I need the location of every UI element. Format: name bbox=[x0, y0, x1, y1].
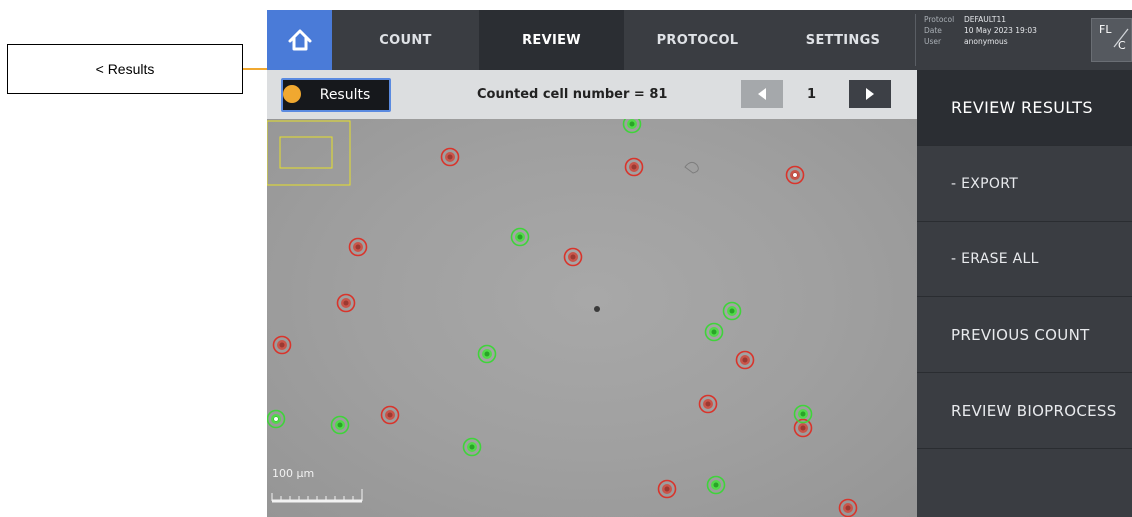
previous-count-label: PREVIOUS COUNT bbox=[951, 325, 1090, 344]
next-page-button[interactable] bbox=[849, 80, 891, 108]
live-cell-marker[interactable] bbox=[622, 119, 642, 134]
counted-cell-marker[interactable] bbox=[348, 237, 368, 257]
counted-cell-number: Counted cell number = 81 bbox=[477, 87, 668, 102]
callout-marker-dot bbox=[283, 85, 301, 103]
live-cell-marker[interactable] bbox=[706, 475, 726, 495]
counted-cell-marker[interactable] bbox=[440, 147, 460, 167]
triangle-right-icon bbox=[866, 88, 874, 100]
previous-count-button[interactable]: PREVIOUS COUNT bbox=[917, 297, 1132, 373]
tab-protocol-label: PROTOCOL bbox=[656, 32, 739, 48]
app-window: COUNT REVIEW PROTOCOL SETTINGS Protocol D… bbox=[267, 10, 1132, 517]
cell-overlay bbox=[267, 119, 858, 517]
date-value: 10 May 2023 19:03 bbox=[964, 26, 1037, 35]
counted-cell-marker[interactable] bbox=[272, 335, 292, 355]
session-info: Protocol DEFAULT11 Date 10 May 2023 19:03 … bbox=[915, 14, 1085, 66]
previous-page-button[interactable] bbox=[741, 80, 783, 108]
counted-cell-marker[interactable] bbox=[380, 405, 400, 425]
live-cell-marker[interactable] bbox=[477, 344, 497, 364]
erase-all-label: - ERASE ALL bbox=[951, 251, 1039, 267]
debris-spot bbox=[594, 306, 600, 312]
live-cell-marker[interactable] bbox=[722, 301, 742, 321]
callout-label: < Results bbox=[7, 44, 243, 94]
counted-cell-marker[interactable] bbox=[838, 498, 858, 517]
c-label: C bbox=[1118, 39, 1126, 52]
live-cell-marker[interactable] bbox=[267, 409, 286, 429]
review-results-header[interactable]: REVIEW RESULTS bbox=[917, 70, 1132, 146]
tab-protocol[interactable]: PROTOCOL bbox=[624, 10, 771, 70]
protocol-key: Protocol bbox=[924, 15, 955, 24]
roi-inner-frame bbox=[279, 136, 333, 169]
user-key: User bbox=[924, 37, 942, 46]
erase-all-button[interactable]: - ERASE ALL bbox=[917, 222, 1132, 297]
counted-cell-marker[interactable] bbox=[336, 293, 356, 313]
debris-fragment bbox=[684, 161, 699, 174]
counted-cell-marker[interactable] bbox=[657, 479, 677, 499]
tab-count-label: COUNT bbox=[379, 32, 432, 48]
counted-cell-marker[interactable] bbox=[698, 394, 718, 414]
protocol-value: DEFAULT11 bbox=[964, 15, 1007, 24]
live-cell-marker[interactable] bbox=[330, 415, 350, 435]
counted-cell-marker[interactable] bbox=[785, 165, 805, 185]
live-cell-marker[interactable] bbox=[704, 322, 724, 342]
scale-bar-label: 100 µm bbox=[272, 467, 315, 480]
scale-bar bbox=[271, 489, 363, 503]
user-value: anonymous bbox=[964, 37, 1008, 46]
review-results-label: REVIEW RESULTS bbox=[951, 98, 1093, 117]
tab-count[interactable]: COUNT bbox=[332, 10, 479, 70]
home-button[interactable] bbox=[267, 10, 332, 70]
review-bioprocess-button[interactable]: REVIEW BIOPROCESS bbox=[917, 373, 1132, 449]
counted-cell-marker[interactable] bbox=[563, 247, 583, 267]
callout-text: < Results bbox=[95, 61, 155, 77]
home-icon bbox=[288, 29, 311, 51]
roi-outer-frame bbox=[267, 120, 351, 186]
microscope-image-view[interactable]: 100 µm bbox=[267, 119, 917, 517]
export-button[interactable]: - EXPORT bbox=[917, 146, 1132, 222]
counted-cell-marker[interactable] bbox=[735, 350, 755, 370]
live-cell-marker[interactable] bbox=[462, 437, 482, 457]
triangle-left-icon bbox=[758, 88, 766, 100]
tab-settings[interactable]: SETTINGS bbox=[771, 10, 915, 70]
review-side-panel: REVIEW RESULTS - EXPORT - ERASE ALL PREV… bbox=[917, 70, 1132, 517]
diagonal-divider-icon bbox=[1113, 28, 1129, 48]
tab-review[interactable]: REVIEW bbox=[479, 10, 624, 70]
top-navigation-bar: COUNT REVIEW PROTOCOL SETTINGS Protocol D… bbox=[267, 10, 1132, 70]
export-label: - EXPORT bbox=[951, 175, 1019, 192]
results-toolbar: Results Counted cell number = 81 1 bbox=[267, 70, 917, 119]
counted-cell-marker[interactable] bbox=[624, 157, 644, 177]
tab-review-label: REVIEW bbox=[522, 32, 581, 48]
results-button-label: Results bbox=[319, 87, 371, 103]
tab-settings-label: SETTINGS bbox=[805, 32, 881, 48]
fl-c-mode-toggle[interactable]: FL C bbox=[1091, 18, 1132, 62]
live-cell-marker[interactable] bbox=[510, 227, 530, 247]
page-number: 1 bbox=[807, 86, 817, 102]
review-bioprocess-label: REVIEW BIOPROCESS bbox=[951, 401, 1117, 420]
date-key: Date bbox=[924, 26, 942, 35]
